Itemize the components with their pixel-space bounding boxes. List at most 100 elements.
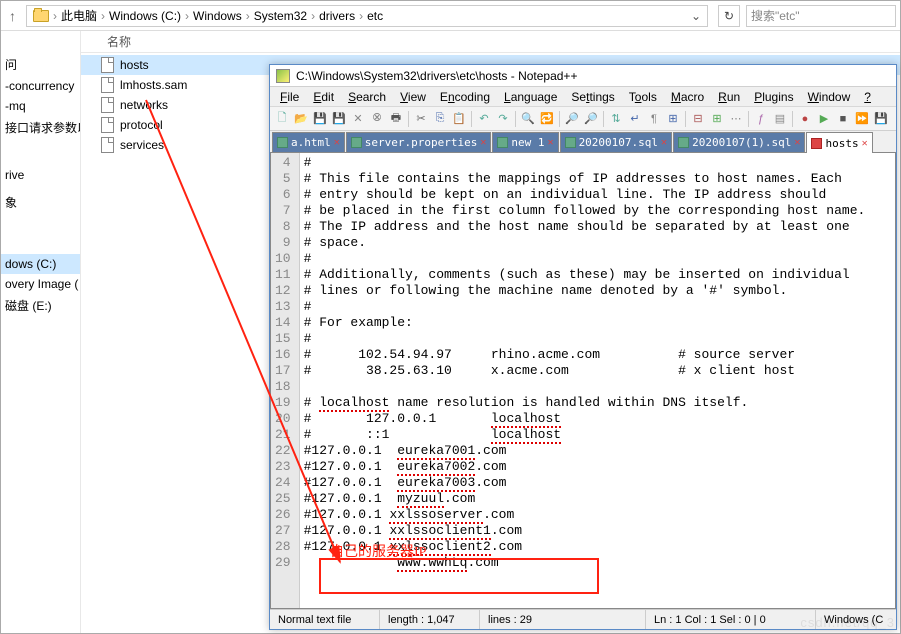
sidebar-item[interactable]: 象 — [1, 191, 80, 214]
column-name[interactable]: 名称 — [101, 33, 281, 50]
redo-icon[interactable]: ↷ — [494, 110, 512, 128]
play-macro-icon[interactable]: ▶ — [815, 110, 833, 128]
breadcrumb-item[interactable]: 此电脑 — [61, 7, 97, 24]
search-input[interactable]: 搜索"etc" — [746, 5, 896, 27]
sync-icon[interactable]: ⇅ — [607, 110, 625, 128]
unfold-icon[interactable]: ⊞ — [708, 110, 726, 128]
tab-close-icon[interactable]: ✕ — [661, 137, 667, 148]
undo-icon[interactable]: ↶ — [475, 110, 493, 128]
tab[interactable]: 20200107.sql✕ — [560, 132, 673, 152]
hide-lines-icon[interactable]: ⋯ — [727, 110, 745, 128]
tab-close-icon[interactable]: ✕ — [334, 137, 340, 148]
breadcrumb-item[interactable]: System32 — [254, 9, 307, 23]
separator — [748, 111, 749, 127]
stop-macro-icon[interactable]: ■ — [834, 110, 852, 128]
new-file-icon[interactable]: 🗋 — [273, 110, 291, 128]
breadcrumb-item[interactable]: Windows (C:) — [109, 9, 181, 23]
menu-language[interactable]: Language — [498, 90, 563, 104]
breadcrumb-item[interactable]: drivers — [319, 9, 355, 23]
menu-search[interactable]: Search — [342, 90, 392, 104]
menu-settings[interactable]: Settings — [565, 90, 620, 104]
zoom-out-icon[interactable]: 🔎 — [582, 110, 600, 128]
chevron-right-icon: › — [101, 9, 105, 23]
tab-file-icon — [351, 137, 362, 148]
breadcrumb-item[interactable]: Windows — [193, 9, 242, 23]
copy-icon[interactable]: ⎘ — [431, 110, 449, 128]
file-icon — [101, 137, 114, 153]
explorer-sidebar[interactable]: 问 -concurrency -mq 接口请求参数以 rive 象 dows (… — [1, 31, 81, 633]
status-filetype: Normal text file — [270, 610, 380, 629]
paste-icon[interactable]: 📋 — [450, 110, 468, 128]
folder-icon — [33, 10, 49, 22]
menu-edit[interactable]: Edit — [307, 90, 340, 104]
menu-tools[interactable]: Tools — [623, 90, 663, 104]
separator — [559, 111, 560, 127]
show-all-chars-icon[interactable]: ¶ — [645, 110, 663, 128]
menu-plugins[interactable]: Plugins — [748, 90, 799, 104]
wordwrap-icon[interactable]: ↵ — [626, 110, 644, 128]
sidebar-item[interactable]: 磁盘 (E:) — [1, 294, 80, 317]
tab-file-icon — [565, 137, 576, 148]
save-macro-icon[interactable]: 💾 — [872, 110, 890, 128]
sidebar-item[interactable]: 问 — [1, 53, 80, 76]
playback-multi-icon[interactable]: ⏩ — [853, 110, 871, 128]
close-all-icon[interactable]: ⮿ — [368, 110, 386, 128]
tab-close-icon[interactable]: ✕ — [548, 137, 554, 148]
chevron-down-icon[interactable]: ⌄ — [691, 9, 701, 23]
separator — [685, 111, 686, 127]
record-macro-icon[interactable]: ● — [796, 110, 814, 128]
cut-icon[interactable]: ✂ — [412, 110, 430, 128]
tab-label: 20200107(1).sql — [692, 136, 791, 149]
function-list-icon[interactable]: ƒ — [752, 110, 770, 128]
doc-map-icon[interactable]: ▤ — [771, 110, 789, 128]
file-name: hosts — [120, 58, 149, 72]
tab-close-icon[interactable]: ✕ — [480, 137, 486, 148]
find-icon[interactable]: 🔍 — [519, 110, 537, 128]
tab-close-icon[interactable]: ✕ — [862, 138, 868, 149]
tab[interactable]: a.html✕ — [272, 132, 345, 152]
menu-macro[interactable]: Macro — [665, 90, 710, 104]
tab-label: server.properties — [365, 136, 478, 149]
menu-file[interactable]: File — [274, 90, 305, 104]
separator — [792, 111, 793, 127]
breadcrumb-item[interactable]: etc — [367, 9, 383, 23]
print-icon[interactable]: 🖶 — [387, 110, 405, 128]
tab[interactable]: 20200107(1).sql✕ — [673, 132, 805, 152]
sidebar-item[interactable]: -concurrency — [1, 76, 80, 96]
save-icon[interactable]: 💾 — [311, 110, 329, 128]
sidebar-item[interactable]: dows (C:) — [1, 254, 80, 274]
sidebar-item[interactable]: -mq — [1, 96, 80, 116]
menu-help[interactable]: ? — [858, 90, 877, 104]
sidebar-item[interactable]: rive — [1, 165, 80, 185]
up-button[interactable]: ↑ — [5, 8, 20, 24]
save-all-icon[interactable]: 💾 — [330, 110, 348, 128]
file-list-header[interactable]: 名称 — [81, 31, 900, 53]
menu-window[interactable]: Window — [802, 90, 857, 104]
tab-active[interactable]: hosts✕ — [806, 132, 872, 153]
menu-encoding[interactable]: Encoding — [434, 90, 496, 104]
refresh-button[interactable]: ↻ — [718, 5, 740, 27]
code-content[interactable]: ## This file contains the mappings of IP… — [300, 153, 895, 608]
menu-run[interactable]: Run — [712, 90, 746, 104]
titlebar[interactable]: C:\Windows\System32\drivers\etc\hosts - … — [270, 65, 896, 87]
address-bar[interactable]: › 此电脑 › Windows (C:) › Windows › System3… — [26, 5, 708, 27]
indent-guide-icon[interactable]: ⊞ — [664, 110, 682, 128]
menubar: File Edit Search View Encoding Language … — [270, 87, 896, 107]
replace-icon[interactable]: 🔁 — [538, 110, 556, 128]
tab-file-icon — [277, 137, 288, 148]
tab-file-icon — [497, 137, 508, 148]
sidebar-item[interactable]: overy Image ( — [1, 274, 80, 294]
fold-icon[interactable]: ⊟ — [689, 110, 707, 128]
editor-area[interactable]: 4567891011121314151617181920212223242526… — [270, 153, 896, 609]
menu-view[interactable]: View — [394, 90, 432, 104]
tab[interactable]: server.properties✕ — [346, 132, 492, 152]
close-icon[interactable]: ✕ — [349, 110, 367, 128]
sidebar-item[interactable]: 接口请求参数以 — [1, 116, 80, 139]
tab[interactable]: new 1✕ — [492, 132, 558, 152]
zoom-in-icon[interactable]: 🔎 — [563, 110, 581, 128]
line-number-gutter: 4567891011121314151617181920212223242526… — [271, 153, 300, 608]
tab-close-icon[interactable]: ✕ — [794, 137, 800, 148]
tab-label: 20200107.sql — [579, 136, 658, 149]
open-file-icon[interactable]: 📂 — [292, 110, 310, 128]
watermark-text: csdn.net/qq_3 — [800, 615, 895, 630]
